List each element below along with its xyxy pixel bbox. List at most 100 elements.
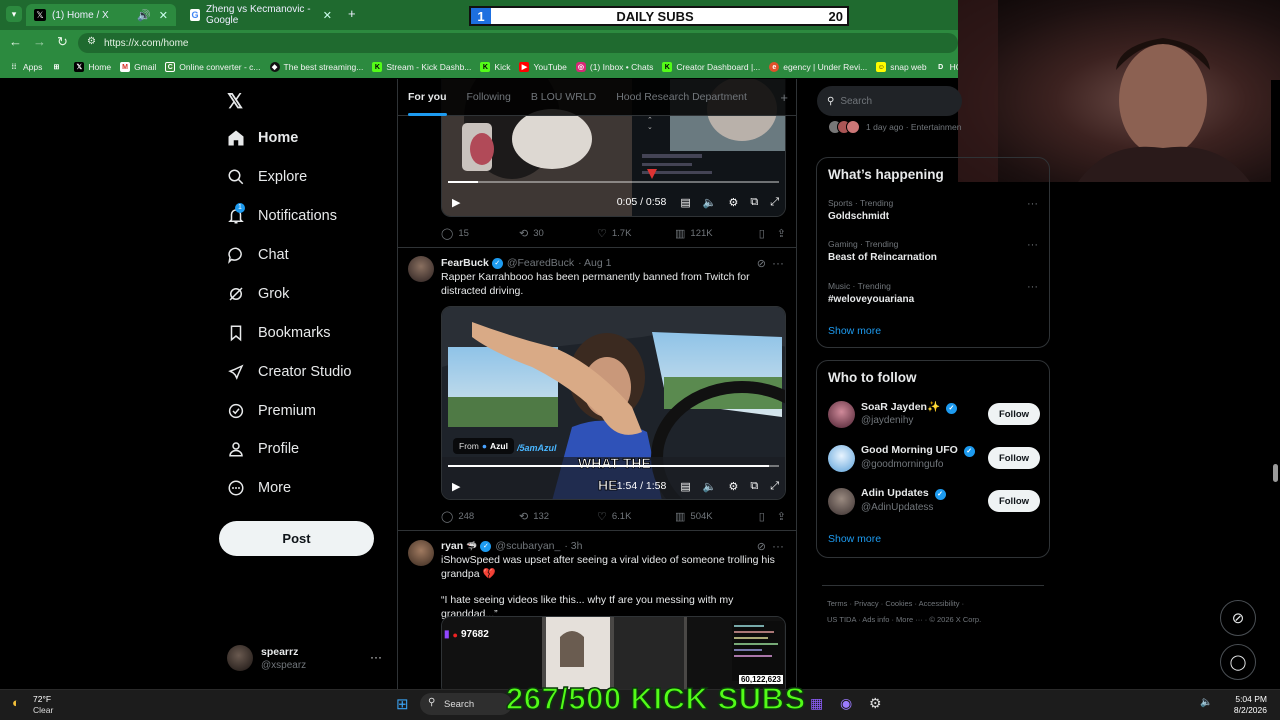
bookmark-icon[interactable]: ▯ [759, 510, 765, 523]
repost-button[interactable]: ⟲ 132 [519, 510, 597, 523]
follow-button[interactable]: Follow [988, 447, 1040, 469]
repost-button[interactable]: ⟲ 30 [519, 227, 597, 240]
video-source-badge[interactable]: From ● Azul [453, 438, 514, 454]
nav-bookmarks[interactable]: Bookmarks [226, 320, 331, 346]
bookmark-youtube[interactable]: ▶ YouTube [519, 62, 567, 72]
site-info-icon[interactable]: ⚙ [87, 36, 96, 47]
nav-profile[interactable]: Profile [226, 436, 299, 462]
footer-links[interactable]: US TIDA · Ads info · More ··· · © 2026 X… [827, 615, 981, 624]
avatar[interactable] [408, 540, 434, 566]
bookmark-streaming[interactable]: ◆ The best streaming... [269, 62, 363, 72]
reload-icon[interactable]: ↻ [57, 34, 68, 50]
volume-icon[interactable]: 🔈 [703, 196, 717, 209]
tab-list-button[interactable]: ▾ [6, 6, 22, 22]
account-avatar[interactable] [227, 645, 253, 671]
bookmark-apps[interactable]: ⁞⁞ Apps [9, 62, 43, 72]
nav-explore[interactable]: Explore [226, 164, 307, 190]
pip-icon[interactable]: ⧉ [750, 480, 758, 493]
back-icon[interactable]: ← [9, 34, 22, 49]
account-name[interactable]: spearrz [261, 646, 298, 658]
follow-suggestion[interactable]: Good Morning UFO ✓ @goodmorningufo Follo… [828, 444, 1040, 474]
app-icon[interactable]: ▦ [810, 695, 823, 712]
tweet-author-handle[interactable]: @FearedBuck [507, 257, 574, 269]
tweet-author-name[interactable]: FearBuck [441, 257, 489, 269]
search-input[interactable]: ⚲ Search [817, 86, 962, 116]
views-button[interactable]: ▥ 504K [675, 510, 753, 523]
taskbar-search[interactable]: ⚲ Search [420, 693, 512, 715]
bookmark-egency[interactable]: e egency | Under Revi... [769, 62, 867, 72]
more-options-icon[interactable]: ··· [1027, 198, 1038, 210]
tab-b-lou-wrld[interactable]: B LOU WRLD [521, 79, 606, 116]
trend-item[interactable]: Gaming · Trending Beast of Reincarnation… [828, 239, 1038, 263]
tab-hood-research[interactable]: Hood Research Department [606, 79, 757, 116]
grok-icon[interactable]: ⊘ [757, 257, 766, 270]
clock-date[interactable]: 8/2/2026 [1225, 705, 1267, 715]
reply-button[interactable]: ◯ 15 [441, 227, 519, 240]
captions-icon[interactable]: ▤ [680, 480, 690, 493]
nav-home[interactable]: Home [226, 125, 298, 151]
captions-icon[interactable]: ▤ [680, 196, 690, 209]
nav-premium[interactable]: Premium [226, 398, 316, 424]
bookmark-converter[interactable]: C Online converter - c... [165, 62, 261, 72]
new-tab-button[interactable]: + [348, 6, 356, 21]
x-logo-icon[interactable]: 𝕏 [227, 89, 243, 114]
messages-fab-button[interactable]: ◯ [1220, 644, 1256, 680]
bookmark-instagram-inbox[interactable]: ◎ (1) Inbox • Chats [575, 62, 653, 72]
more-options-icon[interactable]: ··· [1027, 239, 1038, 251]
bookmark-hom[interactable]: DHOM [936, 62, 958, 72]
pip-icon[interactable]: ⧉ [750, 196, 758, 209]
bookmark-grid[interactable]: ⊞ [51, 62, 65, 72]
tweet-media[interactable]: ▮ ● 97682 60,122,623 [441, 616, 786, 689]
tab-google[interactable]: G Zheng vs Kecmanovic - Google ✕ [182, 4, 340, 26]
like-button[interactable]: ♡ 1.7K [597, 227, 675, 240]
video-progress-bar[interactable] [448, 181, 779, 183]
tweet-author-name[interactable]: ryan [441, 540, 463, 552]
show-more-link[interactable]: Show more [828, 533, 881, 545]
follow-button[interactable]: Follow [988, 490, 1040, 512]
address-bar[interactable]: ⚙ https://x.com/home [78, 33, 958, 53]
play-icon[interactable]: ▶ [452, 196, 460, 209]
bookmark-gmail[interactable]: M Gmail [120, 62, 156, 72]
weather-icon[interactable]: ◐ [12, 695, 20, 710]
video-progress-bar[interactable] [448, 465, 779, 467]
volume-icon[interactable]: 🔈 [703, 480, 717, 493]
nav-notifications[interactable]: 1 Notifications [226, 203, 337, 229]
share-icon[interactable]: ⇪ [777, 227, 786, 240]
fullscreen-icon[interactable]: ⤢ [770, 480, 779, 493]
account-handle[interactable]: @xspearz [261, 660, 306, 671]
scrollbar-thumb[interactable] [1273, 464, 1278, 482]
windows-start-icon[interactable]: ⊞ [396, 695, 409, 713]
nav-chat[interactable]: Chat [226, 242, 289, 268]
settings-icon[interactable]: ⚙ [728, 480, 738, 493]
avatar[interactable] [408, 256, 434, 282]
weather-temp[interactable]: 72°F [33, 694, 51, 704]
more-options-icon[interactable]: ··· [772, 539, 784, 553]
close-tab-icon[interactable]: ✕ [159, 9, 168, 22]
close-tab-icon[interactable]: ✕ [323, 9, 332, 22]
footer-links[interactable]: Terms · Privacy · Cookies · Accessibilit… [827, 599, 964, 608]
share-icon[interactable]: ⇪ [777, 510, 786, 523]
settings-icon[interactable]: ⚙ [728, 196, 738, 209]
like-button[interactable]: ♡ 6.1K [597, 510, 675, 523]
tweet-video-player[interactable]: From ● Azul /5amAzul WHAT THE HE ▶ 1:54 … [441, 306, 786, 500]
grok-icon[interactable]: ⊘ [757, 540, 766, 553]
bookmark-home[interactable]: 𝕏 Home [74, 62, 111, 72]
add-tab-button[interactable]: + [770, 79, 796, 116]
bookmark-creator-dashboard[interactable]: K Creator Dashboard |... [662, 62, 760, 72]
bookmark-snap[interactable]: ☺ snap web [876, 62, 927, 72]
views-button[interactable]: ▥ 121K [675, 227, 753, 240]
grok-fab-button[interactable]: ⊘ [1220, 600, 1256, 636]
tweet-author-handle[interactable]: @scubaryan_ [495, 540, 560, 552]
tab-x-home[interactable]: 𝕏 (1) Home / X 🔊 ✕ [26, 4, 176, 26]
tab-following[interactable]: Following [457, 79, 521, 116]
tweet-date[interactable]: · Aug 1 [578, 257, 611, 269]
follow-suggestion[interactable]: Adin Updates ✓ @AdinUpdatess Follow [828, 487, 1040, 517]
follow-suggestion[interactable]: SoaR Jayden✨ ✓ @jaydenihy Follow [828, 400, 1040, 430]
trend-item[interactable]: Music · Trending #weloveyouariana ··· [828, 281, 1038, 305]
more-options-icon[interactable]: ··· [772, 256, 784, 270]
bookmark-icon[interactable]: ▯ [759, 227, 765, 240]
more-options-icon[interactable]: ··· [1027, 281, 1038, 293]
clock-time[interactable]: 5:04 PM [1225, 694, 1267, 704]
tweet-date[interactable]: · 3h [564, 540, 582, 552]
speaker-icon[interactable]: 🔊 [137, 9, 151, 22]
